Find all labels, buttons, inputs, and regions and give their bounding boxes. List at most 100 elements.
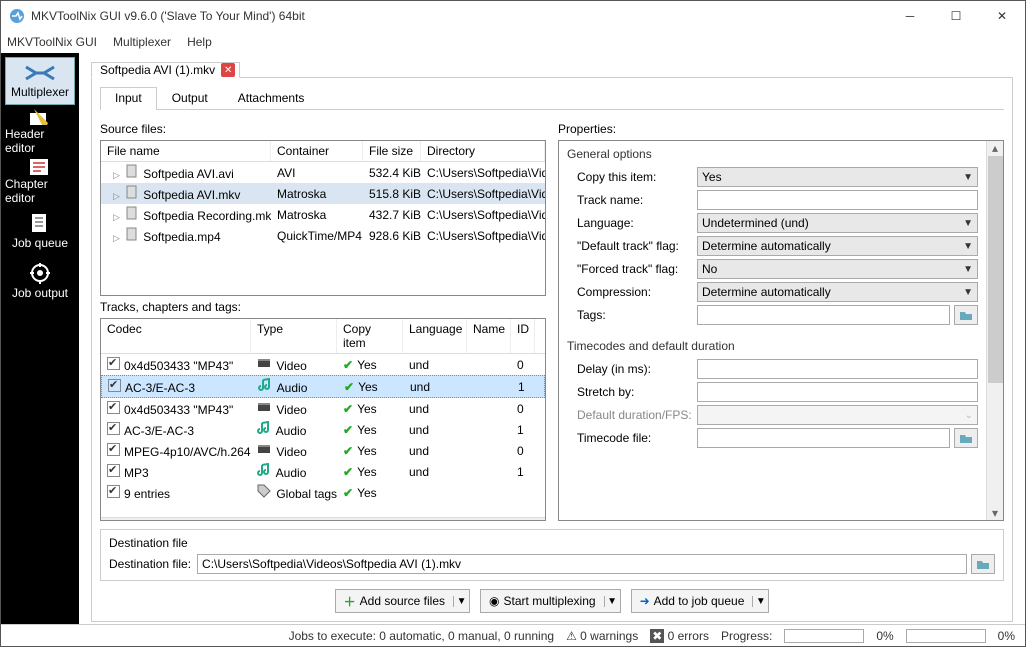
horizontal-scrollbar[interactable]: ◄►	[101, 517, 545, 521]
sidebar-item-header-editor[interactable]: Header editor	[5, 107, 75, 155]
track-row[interactable]: 0x4d503433 "MP43" Video✔Yesund0	[101, 354, 545, 375]
header-editor-icon	[28, 107, 52, 125]
menu-mkvtoolnix[interactable]: MKVToolNix GUI	[7, 35, 97, 49]
tag-icon	[257, 484, 271, 498]
add-source-files-button[interactable]: ＋Add source files▼	[335, 589, 470, 613]
folder-open-icon	[959, 309, 973, 321]
progress-bar-1	[784, 629, 864, 643]
list-header: Codec Type Copy item Language Name ID	[101, 319, 545, 354]
tracks-list[interactable]: Codec Type Copy item Language Name ID 0x…	[100, 318, 546, 521]
col-directory[interactable]: Directory	[421, 141, 545, 161]
window-title: MKVToolNix GUI v9.6.0 ('Slave To Your Mi…	[31, 9, 887, 23]
add-dropdown-button[interactable]: ▼	[453, 596, 469, 607]
track-checkbox[interactable]	[107, 485, 120, 498]
timecode-file-input[interactable]	[697, 428, 950, 448]
source-file-row[interactable]: ▷ Softpedia AVI.aviAVI532.4 KiBC:\Users\…	[101, 162, 545, 183]
tab-input[interactable]: Input	[100, 87, 157, 110]
button-bar: ＋Add source files▼ ◉Start multiplexing▼ …	[100, 589, 1004, 613]
track-row[interactable]: 9 entries Global tags✔Yes	[101, 482, 545, 503]
col-type[interactable]: Type	[251, 319, 337, 353]
timecodes-title: Timecodes and default duration	[567, 339, 986, 353]
copy-item-select[interactable]: Yes▼	[697, 167, 978, 187]
menu-help[interactable]: Help	[187, 35, 212, 49]
track-row[interactable]: MP3 Audio✔Yesund1	[101, 461, 545, 482]
status-warnings[interactable]: ⚠ 0 warnings	[566, 629, 638, 643]
track-checkbox[interactable]	[108, 379, 121, 392]
delay-input[interactable]	[697, 359, 978, 379]
col-filesize[interactable]: File size	[363, 141, 421, 161]
audio-icon	[257, 463, 271, 477]
tab-output[interactable]: Output	[157, 87, 223, 110]
default-track-select[interactable]: Determine automatically▼	[697, 236, 978, 256]
track-name-input[interactable]	[697, 190, 978, 210]
forced-track-select[interactable]: No▼	[697, 259, 978, 279]
source-file-row[interactable]: ▷ Softpedia.mp4QuickTime/MP4928.6 KiBC:\…	[101, 225, 545, 246]
track-row[interactable]: MPEG-4p10/AVC/h.264 Video✔Yesund0	[101, 440, 545, 461]
col-name[interactable]: Name	[467, 319, 511, 353]
col-filename[interactable]: File name	[101, 141, 271, 161]
minimize-button[interactable]: ─	[887, 1, 933, 31]
audio-icon	[257, 421, 271, 435]
document-tab[interactable]: Softpedia AVI (1).mkv ✕	[91, 62, 240, 78]
start-multiplexing-button[interactable]: ◉Start multiplexing▼	[480, 589, 621, 613]
status-errors[interactable]: ✖ 0 errors	[650, 629, 709, 643]
timecode-browse-button[interactable]	[954, 428, 978, 448]
tags-input[interactable]	[697, 305, 950, 325]
sidebar-item-multiplexer[interactable]: Multiplexer	[5, 57, 75, 105]
file-icon	[124, 206, 140, 220]
add-to-queue-button[interactable]: ➜Add to job queue▼	[631, 589, 770, 613]
menu-multiplexer[interactable]: Multiplexer	[113, 35, 171, 49]
start-dropdown-button[interactable]: ▼	[604, 596, 620, 607]
audio-icon	[258, 378, 272, 392]
compression-label: Compression:	[577, 285, 697, 299]
job-output-icon	[28, 262, 52, 284]
vertical-scrollbar[interactable]: ▴▾	[986, 141, 1003, 520]
source-file-row[interactable]: ▷ Softpedia Recording.mkvMatroska432.7 K…	[101, 204, 545, 225]
job-queue-icon	[28, 212, 52, 234]
video-icon	[257, 442, 271, 456]
track-checkbox[interactable]	[107, 401, 120, 414]
compression-select[interactable]: Determine automatically▼	[697, 282, 978, 302]
folder-open-icon	[976, 558, 990, 570]
col-language[interactable]: Language	[403, 319, 467, 353]
track-row[interactable]: AC-3/E-AC-3 Audio✔Yesund1	[101, 419, 545, 440]
list-header: File name Container File size Directory	[101, 141, 545, 162]
destination-file-input[interactable]: C:\Users\Softpedia\Videos\Softpedia AVI …	[197, 554, 967, 574]
progress-pct-2: 0%	[998, 629, 1015, 643]
track-checkbox[interactable]	[107, 464, 120, 477]
general-options-title: General options	[567, 147, 986, 161]
destination-browse-button[interactable]	[971, 554, 995, 574]
col-copy[interactable]: Copy item	[337, 319, 403, 353]
properties-label: Properties:	[558, 122, 1004, 136]
tags-browse-button[interactable]	[954, 305, 978, 325]
sidebar-item-job-output[interactable]: Job output	[5, 257, 75, 305]
tab-attachments[interactable]: Attachments	[223, 87, 320, 110]
sidebar-item-job-queue[interactable]: Job queue	[5, 207, 75, 255]
folder-open-icon	[959, 432, 973, 444]
tracks-label: Tracks, chapters and tags:	[100, 300, 546, 314]
language-select[interactable]: Undetermined (und)▼	[697, 213, 978, 233]
col-id[interactable]: ID	[511, 319, 535, 353]
track-checkbox[interactable]	[107, 422, 120, 435]
source-file-row[interactable]: ▷ Softpedia AVI.mkvMatroska515.8 KiBC:\U…	[101, 183, 545, 204]
stretch-input[interactable]	[697, 382, 978, 402]
delay-label: Delay (in ms):	[577, 362, 697, 376]
source-files-list[interactable]: File name Container File size Directory …	[100, 140, 546, 296]
track-checkbox[interactable]	[107, 357, 120, 370]
titlebar: MKVToolNix GUI v9.6.0 ('Slave To Your Mi…	[1, 1, 1025, 31]
sidebar-item-chapter-editor[interactable]: Chapter editor	[5, 157, 75, 205]
close-tab-icon[interactable]: ✕	[221, 63, 235, 77]
sidebar-item-label: Chapter editor	[5, 177, 75, 205]
sidebar-item-label: Multiplexer	[11, 85, 69, 99]
track-name-label: Track name:	[577, 193, 697, 207]
col-codec[interactable]: Codec	[101, 319, 251, 353]
destination-group-title: Destination file	[109, 536, 188, 550]
queue-dropdown-button[interactable]: ▼	[752, 596, 768, 607]
track-row[interactable]: AC-3/E-AC-3 Audio✔Yesund1	[101, 375, 545, 398]
video-icon	[257, 400, 271, 414]
maximize-button[interactable]: ☐	[933, 1, 979, 31]
track-checkbox[interactable]	[107, 443, 120, 456]
track-row[interactable]: 0x4d503433 "MP43" Video✔Yesund0	[101, 398, 545, 419]
col-container[interactable]: Container	[271, 141, 363, 161]
close-button[interactable]: ✕	[979, 1, 1025, 31]
